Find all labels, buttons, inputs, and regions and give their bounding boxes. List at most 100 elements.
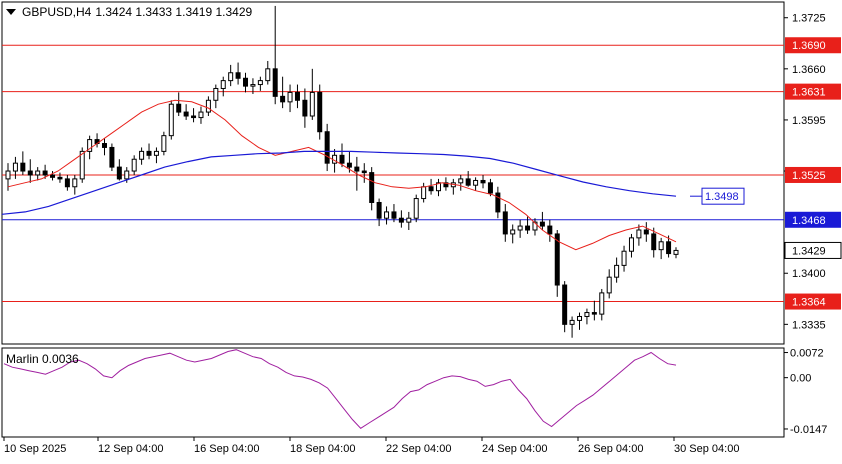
candle-body (658, 241, 664, 251)
symbol-header: GBPUSD,H4 1.3424 1.3433 1.3419 1.3429 (6, 5, 252, 19)
price-level-label: 1.3364 (792, 297, 826, 309)
candle-body (643, 229, 649, 235)
candle-body (361, 170, 367, 174)
candle-body (205, 99, 211, 113)
price-level-label: 1.3631 (792, 87, 826, 99)
time-tick-label: 26 Sep 04:00 (578, 443, 643, 455)
candle-body (628, 237, 634, 252)
candle-body (651, 233, 657, 251)
candle-body (35, 170, 41, 176)
candle-body (584, 312, 590, 317)
price-tick-label: 1.3400 (792, 268, 826, 280)
candle-body (391, 211, 397, 219)
chart-canvas[interactable]: 1.37251.36601.35951.35301.34001.33350.00… (0, 0, 842, 459)
candle-body (109, 146, 115, 168)
candle-body (487, 182, 493, 194)
candle-body (72, 178, 78, 188)
chart-window[interactable]: 1.37251.36601.35951.35301.34001.33350.00… (0, 0, 842, 459)
candle-body (272, 68, 278, 97)
candle-body (465, 178, 471, 186)
candle-body (235, 72, 241, 79)
candle-body (287, 91, 293, 103)
candle-body (606, 276, 612, 294)
candle-body (346, 162, 352, 168)
price-level-label: 1.3690 (792, 40, 826, 52)
time-tick-label: 12 Sep 04:00 (98, 443, 163, 455)
price-tick-label: 1.3335 (792, 319, 826, 331)
candle-body (168, 103, 174, 137)
candle-body (50, 174, 56, 178)
candle-body (569, 319, 575, 325)
candle-body (369, 172, 375, 203)
candle-body (250, 84, 256, 87)
candle-body (428, 186, 434, 192)
candle-body (517, 225, 523, 231)
time-tick-label: 22 Sep 04:00 (386, 443, 451, 455)
candle-body (294, 91, 300, 101)
time-tick-label: 30 Sep 04:00 (674, 443, 739, 455)
candle-body (228, 72, 234, 82)
candle-body (12, 162, 18, 172)
candle-body (599, 292, 605, 315)
candle-body (5, 170, 11, 180)
candle-body (324, 131, 330, 164)
candle-body (153, 150, 159, 156)
candle-body (406, 217, 412, 223)
candle-body (376, 201, 382, 219)
price-tick-label: 1.3660 (792, 64, 826, 76)
candle-body (398, 217, 404, 223)
candle-body (27, 170, 33, 176)
candle-body (139, 150, 145, 160)
ohlc-readout: 1.3424 1.3433 1.3419 1.3429 (95, 5, 253, 19)
candle-body (220, 80, 226, 89)
indicator-tick-label: 0.00 (790, 373, 811, 385)
candle-body (176, 103, 182, 113)
indicator-plot-frame (1, 347, 785, 438)
candle-body (42, 170, 48, 176)
candle-body (243, 77, 249, 87)
candle-body (64, 178, 70, 188)
current-price-label: 1.3429 (792, 245, 826, 257)
candle-body (413, 198, 419, 219)
symbol-timeframe: GBPUSD,H4 (22, 5, 92, 19)
candle-body (384, 211, 390, 219)
candle-body (547, 225, 553, 235)
candle-body (421, 186, 427, 200)
candle-body (198, 111, 204, 119)
price-level-label: 1.3525 (792, 170, 826, 182)
indicator-tick-label: -0.0147 (790, 424, 827, 436)
candle-body (480, 179, 486, 184)
time-tick-label: 18 Sep 04:00 (290, 443, 355, 455)
candle-body (339, 154, 345, 164)
candle-body (265, 68, 271, 82)
price-tick-label: 1.3725 (792, 13, 826, 25)
ma-blue-callout-label: 1.3498 (705, 191, 739, 203)
candle-body (309, 91, 315, 117)
candle-body (146, 150, 152, 156)
candle-body (257, 80, 263, 86)
candle-body (191, 115, 197, 119)
candle-body (539, 221, 545, 227)
price-tick-label: 1.3595 (792, 115, 826, 127)
candle-body (666, 241, 672, 255)
time-tick-label: 16 Sep 04:00 (194, 443, 259, 455)
indicator-tick-label: 0.0072 (790, 348, 824, 360)
candle-body (131, 158, 137, 172)
chevron-down-icon[interactable] (6, 9, 16, 15)
indicator-label: Marlin 0.0036 (6, 352, 79, 366)
candle-body (621, 250, 627, 266)
candle-body (636, 229, 642, 239)
candle-body (673, 249, 679, 255)
candle-body (20, 162, 26, 172)
time-tick-label: 24 Sep 04:00 (482, 443, 547, 455)
candle-body (577, 315, 583, 321)
candle-body (57, 176, 63, 180)
price-level-label: 1.3468 (792, 215, 826, 227)
candle-body (116, 166, 122, 180)
candle-body (495, 192, 501, 213)
candle-body (101, 143, 107, 148)
time-tick-label: 10 Sep 2025 (4, 443, 66, 455)
candle-body (562, 284, 568, 325)
candle-body (614, 264, 620, 278)
candle-body (502, 211, 508, 235)
